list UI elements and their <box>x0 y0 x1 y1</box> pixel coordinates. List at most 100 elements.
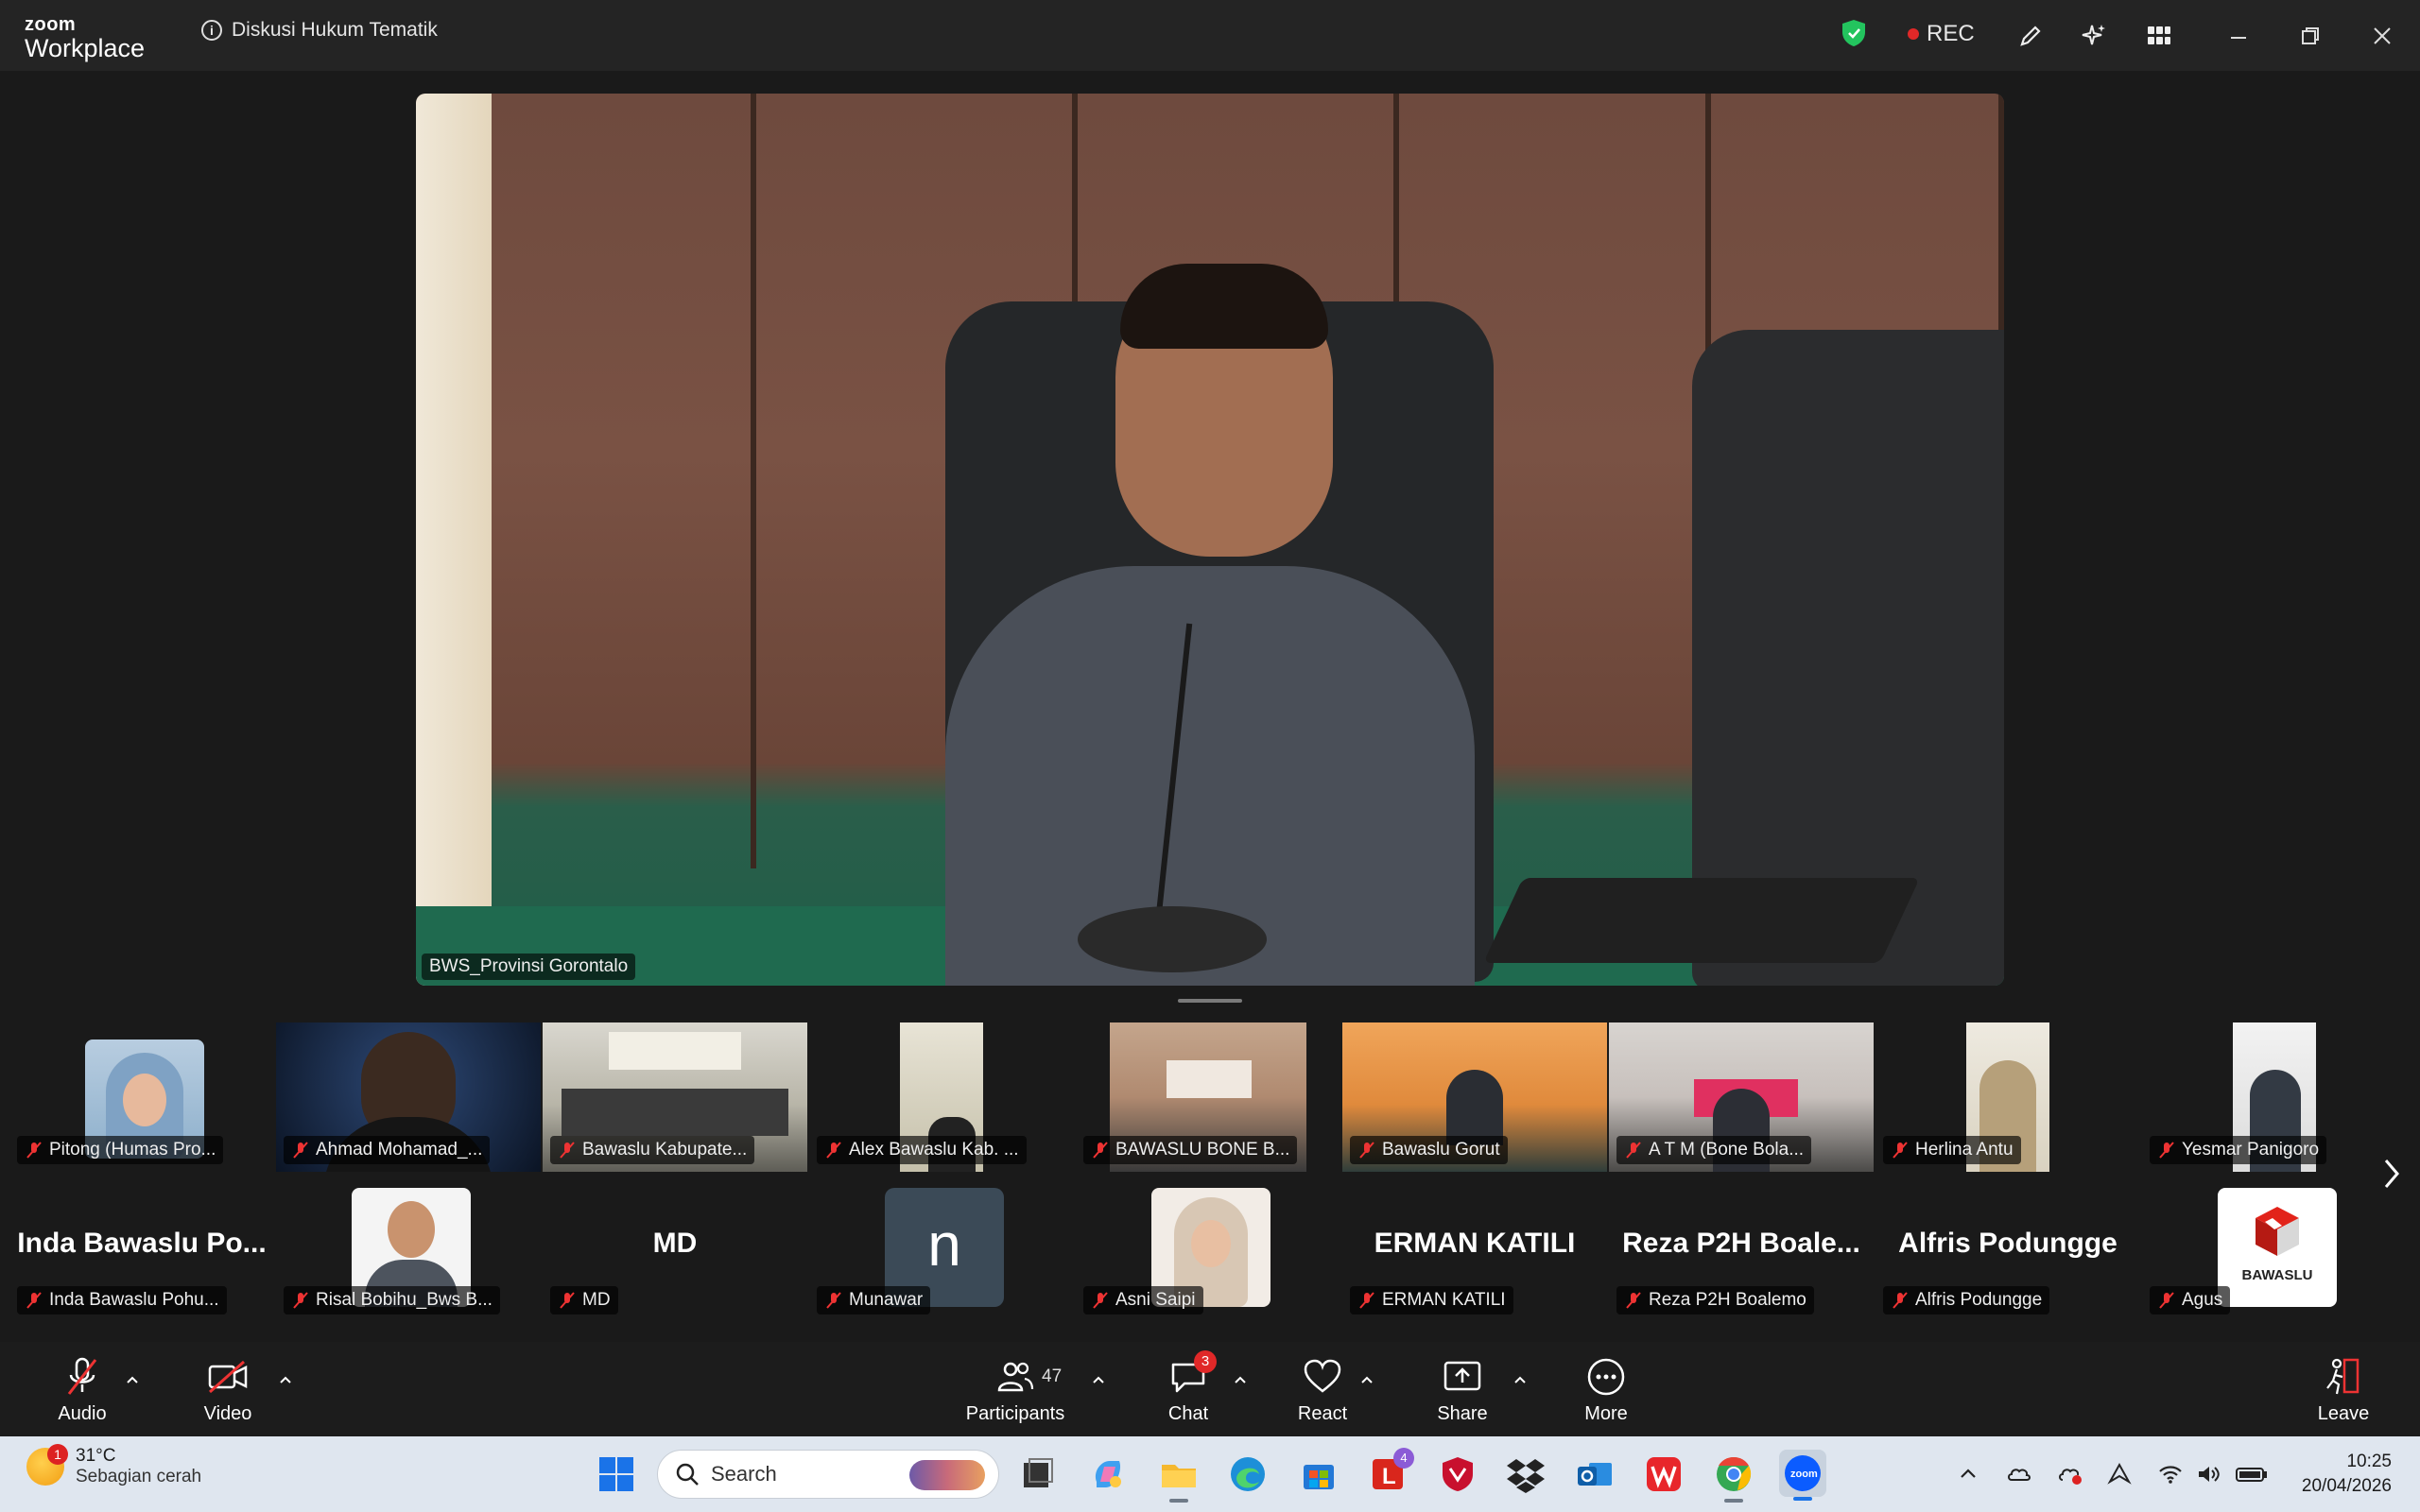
participant-name: Pitong (Humas Pro... <box>49 1140 216 1160</box>
participant-name: Ahmad Mohamad_... <box>316 1140 483 1160</box>
recording-indicator[interactable]: REC <box>1908 21 1975 47</box>
chrome-browser-icon[interactable] <box>1713 1453 1754 1503</box>
participant-tile[interactable]: Ahmad Mohamad_... <box>276 1022 541 1172</box>
battery-icon[interactable] <box>2235 1461 2269 1487</box>
taskbar-clock[interactable]: 10:25 20/04/2026 <box>2278 1450 2392 1499</box>
restore-icon[interactable] <box>2293 19 2327 53</box>
gallery-resize-handle[interactable] <box>1178 999 1242 1003</box>
participant-tile[interactable]: n Munawar <box>809 1173 1074 1322</box>
participants-options-caret-icon[interactable] <box>1089 1370 1108 1389</box>
share-button[interactable]: Share <box>1429 1342 1495 1436</box>
info-icon[interactable]: i <box>201 20 222 41</box>
participant-name-label: Inda Bawaslu Pohu... <box>17 1286 227 1314</box>
annotate-pen-icon[interactable] <box>2012 17 2049 55</box>
participant-name: A T M (Bone Bola... <box>1649 1140 1805 1160</box>
outlook-icon[interactable] <box>1574 1453 1616 1495</box>
gallery-view-grid-icon[interactable] <box>2140 17 2178 55</box>
participant-tile[interactable]: Yesmar Panigoro <box>2142 1022 2407 1172</box>
zoom-workplace-logo: zoom Workplace <box>25 15 145 61</box>
participant-tile[interactable]: MD MD <box>543 1173 807 1322</box>
participant-name: Yesmar Panigoro <box>2182 1140 2320 1160</box>
zoom-app-icon[interactable]: zoom <box>1779 1450 1826 1501</box>
participant-tile[interactable]: Alex Bawaslu Kab. ... <box>809 1022 1074 1172</box>
chat-button[interactable]: 3 Chat <box>1155 1342 1221 1436</box>
gallery-row-2: Inda Bawaslu Po... Inda Bawaslu Pohu... … <box>9 1173 2411 1322</box>
record-dot-icon <box>1908 28 1919 40</box>
taskbar-search-box[interactable]: Search <box>657 1450 999 1499</box>
participants-icon <box>993 1354 1038 1400</box>
ai-companion-sparkle-icon[interactable] <box>2075 17 2113 55</box>
participant-tile[interactable]: Asni Saipi <box>1076 1173 1340 1322</box>
audio-button[interactable]: Audio <box>49 1342 115 1436</box>
participant-tile[interactable]: Inda Bawaslu Po... Inda Bawaslu Pohu... <box>9 1173 274 1322</box>
search-highlight-image <box>909 1460 985 1490</box>
leave-label: Leave <box>2317 1402 2370 1424</box>
title-bar: zoom Workplace i Diskusi Hukum Tematik R… <box>0 0 2420 71</box>
participant-tile[interactable]: Risal Bobihu_Bws B... <box>276 1173 541 1322</box>
weather-widget[interactable]: 1 31°C Sebagian cerah <box>26 1444 201 1487</box>
participant-name: BAWASLU BONE B... <box>1115 1140 1290 1160</box>
copilot-icon[interactable] <box>1087 1453 1129 1495</box>
file-explorer-icon[interactable] <box>1158 1453 1200 1503</box>
participant-tile[interactable]: Alfris Podungge Alfris Podungge <box>1876 1173 2140 1322</box>
security-app-icon[interactable] <box>1437 1453 1478 1495</box>
onedrive-cloud-icon[interactable] <box>2006 1461 2032 1487</box>
participant-name: Alfris Podungge <box>1915 1290 2043 1310</box>
task-view-icon[interactable] <box>1016 1453 1058 1495</box>
muted-mic-icon <box>2159 1142 2174 1159</box>
participant-tile[interactable]: Reza P2H Boale... Reza P2H Boalemo <box>1609 1173 1874 1322</box>
location-pen-icon[interactable] <box>2106 1461 2133 1487</box>
more-button[interactable]: More <box>1573 1342 1639 1436</box>
vpn-cloud-error-icon[interactable] <box>2057 1461 2083 1487</box>
participant-name-label: Asni Saipi <box>1083 1286 1203 1314</box>
share-options-caret-icon[interactable] <box>1511 1370 1530 1389</box>
audio-options-caret-icon[interactable] <box>123 1370 142 1389</box>
leave-button[interactable]: Leave <box>2310 1342 2377 1436</box>
volume-speaker-icon[interactable] <box>2195 1461 2221 1487</box>
participant-tile[interactable]: BAWASLU BONE B... <box>1076 1022 1340 1172</box>
participant-tile[interactable]: BAWASLU Agus <box>2142 1173 2407 1322</box>
show-hidden-icons-chevron-icon[interactable] <box>1955 1461 1981 1487</box>
gallery-row-1: Pitong (Humas Pro... Ahmad Mohamad_... B… <box>9 1022 2411 1172</box>
video-options-caret-icon[interactable] <box>276 1370 295 1389</box>
video-microphone-base <box>1078 906 1267 972</box>
gallery-next-page-icon[interactable] <box>2378 1155 2405 1193</box>
audio-label: Audio <box>58 1402 107 1424</box>
participants-button[interactable]: Participants <box>959 1342 1072 1436</box>
participant-tile[interactable]: Pitong (Humas Pro... <box>9 1022 274 1172</box>
edge-browser-icon[interactable] <box>1227 1453 1269 1495</box>
meeting-info[interactable]: i Diskusi Hukum Tematik <box>201 19 438 42</box>
active-speaker-video[interactable]: BWS_Provinsi Gorontalo <box>416 94 2004 986</box>
microsoft-store-icon[interactable] <box>1298 1453 1340 1495</box>
mail-app-icon[interactable]: L 4 <box>1367 1448 1414 1495</box>
dropbox-icon[interactable] <box>1505 1453 1547 1495</box>
participant-tile[interactable]: ERMAN KATILI ERMAN KATILI <box>1342 1173 1607 1322</box>
participant-name-label: A T M (Bone Bola... <box>1616 1136 1812 1164</box>
participant-name-label: MD <box>550 1286 618 1314</box>
minimize-icon[interactable] <box>2221 19 2256 53</box>
participant-tile[interactable]: Bawaslu Kabupate... <box>543 1022 807 1172</box>
participant-name: Bawaslu Gorut <box>1382 1140 1500 1160</box>
participant-tile[interactable]: Herlina Antu <box>1876 1022 2140 1172</box>
mic-muted-icon <box>60 1354 105 1400</box>
close-window-icon[interactable] <box>2365 19 2399 53</box>
muted-mic-icon <box>26 1142 42 1159</box>
muted-mic-icon <box>1093 1142 1108 1159</box>
share-screen-icon <box>1440 1354 1485 1400</box>
wifi-icon[interactable] <box>2157 1461 2184 1487</box>
participant-tile[interactable]: A T M (Bone Bola... <box>1609 1022 1874 1172</box>
chat-label: Chat <box>1167 1402 1209 1424</box>
react-button[interactable]: React <box>1289 1342 1356 1436</box>
muted-mic-icon <box>1626 1142 1641 1159</box>
muted-mic-icon <box>2159 1292 2174 1309</box>
participant-name: Bawaslu Kabupate... <box>582 1140 748 1160</box>
participant-tile[interactable]: Bawaslu Gorut <box>1342 1022 1607 1172</box>
leave-door-icon <box>2321 1354 2366 1400</box>
windows-start-icon[interactable] <box>596 1453 637 1495</box>
muted-mic-icon <box>826 1292 841 1309</box>
video-button[interactable]: Video <box>195 1342 261 1436</box>
wps-office-icon[interactable] <box>1643 1453 1685 1495</box>
react-options-caret-icon[interactable] <box>1357 1370 1376 1389</box>
security-shield-icon[interactable] <box>1841 19 1866 47</box>
chat-options-caret-icon[interactable] <box>1231 1370 1250 1389</box>
